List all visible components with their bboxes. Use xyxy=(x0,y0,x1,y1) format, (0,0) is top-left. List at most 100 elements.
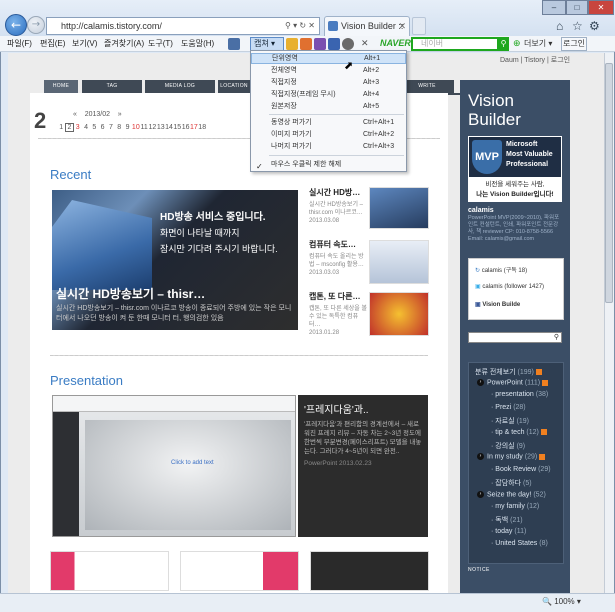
category-item[interactable]: · 자료실 (19) xyxy=(491,416,529,426)
category-item[interactable]: · presentation (38) xyxy=(491,391,548,398)
category-all[interactable]: 분류 전체보기 (199) xyxy=(475,367,542,377)
back-button[interactable]: ← xyxy=(5,14,27,36)
menu-favorites[interactable]: 즐겨찾기(A) xyxy=(104,38,144,49)
search-icon[interactable]: ⚲ xyxy=(554,333,559,341)
calendar-day-link[interactable]: 10 xyxy=(132,124,140,131)
post-thumbnail[interactable] xyxy=(310,551,429,591)
recent-post-3[interactable]: 캡톤, 또 다른… 캡톤, 또 다른 세상을 볼 수 있는 독특한 컴퓨터… 201… xyxy=(309,292,369,337)
capture-button[interactable]: 캡쳐 ▾ xyxy=(250,37,284,51)
tab-tag[interactable]: TAG xyxy=(82,80,142,93)
category-item[interactable]: › Seize the day! (52) xyxy=(477,490,546,498)
social-item[interactable]: ▣ calamis (follower 1427) xyxy=(475,283,544,290)
settings-icon[interactable] xyxy=(342,38,354,50)
search-icon[interactable]: ⚲ xyxy=(498,37,509,51)
calendar-day-link[interactable]: 6 xyxy=(98,124,106,131)
capture-menu-item[interactable]: 직접지정(프레임 무시) Alt+4 xyxy=(251,89,406,100)
expand-icon[interactable]: › xyxy=(477,490,484,498)
calendar-day-link[interactable]: 9 xyxy=(123,124,131,131)
next-month-link[interactable]: » xyxy=(118,111,122,118)
calendar-day-link[interactable]: 13 xyxy=(157,124,165,131)
expand-icon[interactable]: › xyxy=(477,453,484,461)
search-option-icon[interactable]: ⊕ xyxy=(513,38,521,49)
post-thumbnail[interactable] xyxy=(50,551,169,591)
folder-icon[interactable] xyxy=(286,38,298,50)
tab-home[interactable]: HOME xyxy=(44,80,78,93)
post-thumbnail[interactable] xyxy=(369,292,429,336)
tistory-link[interactable]: Tistory xyxy=(524,57,545,64)
category-item[interactable]: · Book Review (29) xyxy=(491,466,551,473)
calendar-day-link[interactable]: 5 xyxy=(90,124,98,131)
capture-menu-item[interactable]: 마우스 우클릭 제한 해제 xyxy=(251,159,406,170)
toolbar-settings-icon[interactable] xyxy=(228,38,240,50)
capture-menu-item[interactable]: 원본저장 Alt+5 xyxy=(251,101,406,112)
category-item[interactable]: · United States (8) xyxy=(491,540,548,547)
tab-write[interactable]: WRITE xyxy=(400,80,454,93)
social-item[interactable]: ▣ Vision Builde xyxy=(475,301,520,308)
capture-menu-item[interactable]: 동영상 퍼가기 Ctrl+Alt+1 xyxy=(251,117,406,128)
menu-edit[interactable]: 편집(E) xyxy=(40,38,65,49)
rss-icon[interactable] xyxy=(540,428,547,435)
calendar-day-link[interactable]: 17 xyxy=(190,124,198,131)
menu-view[interactable]: 보기(V) xyxy=(72,38,97,49)
recent-hero-post[interactable]: HD방송 서비스 중입니다. 화면이 나타날 때까지 잠시만 기다려 주시기 바… xyxy=(52,190,298,330)
recent-post-2[interactable]: 컴퓨터 속도… 컴퓨터 속도 올리는 방법 – msconfig 활용… 2013.… xyxy=(309,240,369,277)
calendar-day-link[interactable]: 18 xyxy=(198,124,206,131)
prev-month-link[interactable]: « xyxy=(73,111,77,118)
forward-button[interactable]: → xyxy=(27,16,45,34)
calendar-day-link[interactable]: 15 xyxy=(173,124,181,131)
post-thumbnail[interactable] xyxy=(369,240,429,284)
calendar-day-link[interactable]: 1 xyxy=(57,124,65,131)
expand-icon[interactable]: › xyxy=(477,379,484,386)
category-item[interactable]: · my family (12) xyxy=(491,503,539,510)
rss-icon[interactable] xyxy=(535,369,542,376)
calendar-day-link[interactable]: 11 xyxy=(140,124,148,131)
category-item[interactable]: · 잡담하다 (5) xyxy=(491,478,532,488)
category-item[interactable]: · tip & tech (12) xyxy=(491,429,547,436)
category-item[interactable]: · Prezi (28) xyxy=(491,404,526,411)
menu-tools[interactable]: 도구(T) xyxy=(148,38,173,49)
calendar-day-link[interactable]: 14 xyxy=(165,124,173,131)
tab-media-log[interactable]: MEDIA LOG xyxy=(145,80,215,93)
tab-location-log[interactable]: LOCATION LOG xyxy=(218,80,250,102)
category-item[interactable]: › PowerPoint (111) xyxy=(477,379,549,386)
home-icon[interactable]: ⌂ xyxy=(556,19,563,33)
brush-icon[interactable] xyxy=(300,38,312,50)
menu-help[interactable]: 도움말(H) xyxy=(181,38,214,49)
daum-link[interactable]: Daum xyxy=(500,57,519,64)
address-bar[interactable]: http://calamis.tistory.com/ ⚲ ▾ ↻ ✕ xyxy=(46,17,320,35)
maximize-button[interactable]: □ xyxy=(566,0,588,15)
capture-menu-item[interactable]: 직접지정 Alt+3 xyxy=(251,77,406,88)
calendar-day-link[interactable]: 7 xyxy=(107,124,115,131)
post-thumbnail[interactable] xyxy=(369,187,429,229)
menu-file[interactable]: 파일(F) xyxy=(7,38,32,49)
calendar-day-link[interactable]: 3 xyxy=(74,124,82,131)
category-item[interactable]: · 독백 (21) xyxy=(491,515,523,525)
recent-post-1[interactable]: 실시간 HD방… 실시간 HD방송보기 – thisr.com 이나르코… 2013… xyxy=(309,188,369,225)
capture-menu-item[interactable]: 단위영역 Alt+1 xyxy=(251,53,406,64)
blog-title[interactable]: Vision Builder xyxy=(468,91,521,129)
sidebar-search-input[interactable]: ⚲ xyxy=(468,332,562,343)
rss-icon[interactable] xyxy=(542,379,549,386)
address-actions-icon[interactable]: ⚲ ▾ ↻ ✕ xyxy=(285,18,315,34)
hero-caption[interactable]: 실시간 HD방송보기 – thisr… xyxy=(56,285,205,302)
new-tab-button[interactable] xyxy=(412,17,426,35)
calendar-day-link[interactable]: 2 xyxy=(65,123,74,132)
category-item[interactable]: › In my study (29) xyxy=(477,453,546,461)
naver-search-input[interactable]: 네이버 xyxy=(411,37,499,51)
favorites-star-icon[interactable]: ☆ xyxy=(572,19,583,33)
more-button[interactable]: 더보기 ▾ xyxy=(524,38,552,49)
gear-icon[interactable]: ⚙ xyxy=(589,19,600,33)
rss-icon[interactable] xyxy=(539,453,546,460)
close-toolbar-icon[interactable]: ✕ xyxy=(361,38,369,49)
capture-menu-item[interactable]: 전체영역 Alt+2 xyxy=(251,65,406,76)
calendar-day-link[interactable]: 8 xyxy=(115,124,123,131)
capture-menu-item[interactable]: 나머지 퍼가기 Ctrl+Alt+3 xyxy=(251,141,406,152)
close-window-button[interactable]: ✕ xyxy=(588,0,614,15)
capture-menu-item[interactable]: 이미지 퍼가기 Ctrl+Alt+2 xyxy=(251,129,406,140)
login-link[interactable]: 로그인 xyxy=(551,57,570,64)
social-item[interactable]: ↻ calamis (구독 18) xyxy=(475,265,527,274)
calendar-day-link[interactable]: 12 xyxy=(148,124,157,131)
category-item[interactable]: · today (11) xyxy=(491,528,526,535)
browser-tab[interactable]: Vision Builder :: ✕ xyxy=(324,16,410,36)
login-button[interactable]: 로그인 xyxy=(561,37,587,51)
